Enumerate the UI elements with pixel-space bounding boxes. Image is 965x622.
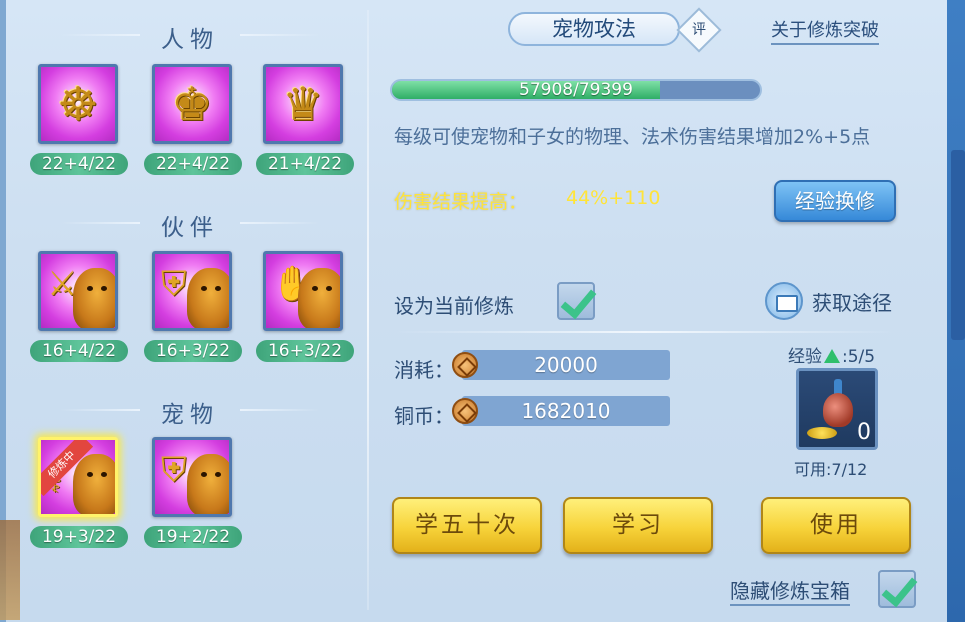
skill-character-2[interactable]: ♚: [152, 64, 232, 144]
lion-shield-icon: [187, 268, 229, 328]
skill-partner-1[interactable]: ⚔: [38, 251, 118, 331]
use-button[interactable]: 使用: [761, 497, 911, 554]
side-tab[interactable]: [951, 150, 965, 340]
coin-value: 1682010: [462, 396, 670, 426]
cost-label: 消耗：: [394, 358, 454, 382]
progress-text: 57908/79399: [519, 80, 633, 100]
section-title-pet: 宠物: [30, 395, 350, 429]
skill-level: 21+4/22: [256, 153, 354, 175]
skill-pet-2[interactable]: ⛨: [152, 437, 232, 517]
meditating-figure-icon: ☸: [57, 77, 99, 131]
set-current-checkbox[interactable]: [557, 282, 595, 320]
skill-level: 22+4/22: [144, 153, 242, 175]
skill-title: 宠物攻法: [508, 12, 680, 46]
cat-staff-icon: [73, 454, 115, 514]
breakthrough-link[interactable]: 关于修炼突破: [771, 16, 879, 45]
rate-badge-label: 评: [692, 22, 706, 38]
exchange-exp-button[interactable]: 经验换修: [774, 180, 896, 222]
skill-level: 16+4/22: [30, 340, 128, 362]
set-current-label: 设为当前修炼: [394, 294, 514, 318]
effect-value: 44%+110: [566, 187, 661, 209]
section-title-character: 人物: [30, 20, 350, 54]
exp-status: 经验 :5/5: [788, 342, 875, 367]
armored-warrior-icon: ♚: [171, 77, 213, 131]
side-tab-bar[interactable]: [947, 0, 965, 622]
skill-level: 19+2/22: [144, 526, 242, 548]
shield-icon: ⛨: [161, 264, 187, 304]
coin-icon: [452, 352, 478, 378]
skill-character-1[interactable]: ☸: [38, 64, 118, 144]
skill-partner-2[interactable]: ⛨: [152, 251, 232, 331]
cost-value: 20000: [462, 350, 670, 380]
exp-label: 经验: [788, 347, 822, 367]
hide-chest-label: 隐藏修炼宝箱: [730, 575, 850, 606]
skill-character-3[interactable]: ♛: [263, 64, 343, 144]
divider-line: [392, 331, 897, 333]
book-icon[interactable]: [765, 282, 803, 320]
item-count: 0: [857, 420, 871, 445]
skill-pet-1[interactable]: ⚕ 修炼中: [38, 437, 118, 517]
usable-count: 可用:7/12: [794, 460, 868, 479]
effect-label: 伤害结果提高：: [394, 191, 528, 213]
exp-progress-bar: 57908/79399: [390, 79, 762, 101]
exp-item-slot[interactable]: 0: [796, 368, 878, 450]
coin-icon: [452, 398, 478, 424]
skill-description: 每级可使宠物和子女的物理、法术伤害结果增加2%+5点: [394, 126, 871, 148]
section-title-partner: 伙伴: [30, 208, 350, 242]
arrow-up-icon: [824, 349, 840, 363]
coin-label: 铜币：: [394, 404, 454, 428]
gold-coins-icon: [807, 427, 837, 439]
exp-value: :5/5: [842, 347, 876, 367]
cat-shield-icon: [187, 454, 229, 514]
skill-level: 22+4/22: [30, 153, 128, 175]
skill-level: 16+3/22: [256, 340, 354, 362]
learn-fifty-button[interactable]: 学五十次: [392, 497, 542, 554]
hide-chest-checkbox[interactable]: [878, 570, 916, 608]
decoration-left: [0, 520, 20, 620]
robed-warrior-icon: ♛: [282, 77, 324, 131]
lion-claw-icon: [298, 268, 340, 328]
vase-icon: [823, 379, 853, 429]
panel-divider: [367, 10, 369, 610]
obtain-link[interactable]: 获取途径: [812, 287, 892, 316]
skill-partner-3[interactable]: ✋: [263, 251, 343, 331]
lion-sword-icon: [73, 268, 115, 328]
skill-level: 16+3/22: [144, 340, 242, 362]
learn-button[interactable]: 学习: [563, 497, 713, 554]
skill-level: 19+3/22: [30, 526, 128, 548]
shield-icon: ⛨: [161, 450, 187, 490]
